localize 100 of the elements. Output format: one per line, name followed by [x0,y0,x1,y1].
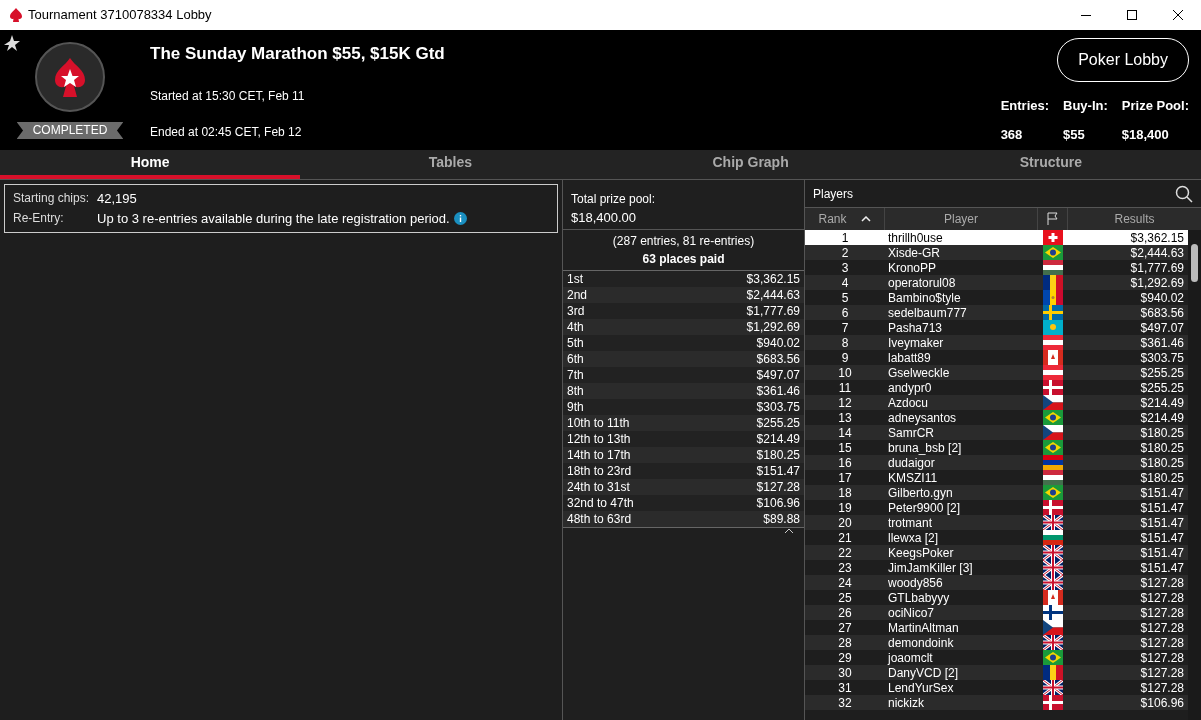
rank-cell-text: 3 [840,259,850,277]
player-row[interactable]: 28 demondoink $127.28 [805,635,1188,650]
player-row[interactable]: 4 operatorul08 $1,292.69 [805,275,1188,290]
rank-cell-text: 23 [837,559,853,577]
result-cell-text: $255.25 [1139,379,1185,397]
flag-icon [1043,575,1063,590]
rank-cell-text: 13 [837,409,853,427]
result-cell-text: $127.28 [1139,649,1185,667]
favorite-star-icon[interactable] [4,35,20,51]
player-name: Bambino$tyle [887,290,962,307]
player-row[interactable]: 26 ociNico7 $127.28 [805,605,1188,620]
player-row[interactable]: 1 thrillh0use $3,362.15 [805,230,1188,245]
flag-icon [1043,590,1063,605]
rank-cell-text: 4 [840,274,850,292]
collapse-caret-icon[interactable] [784,528,794,534]
rank-cell-text: 14 [837,424,853,442]
player-name: thrillh0use [887,230,944,247]
player-row[interactable]: 14 SamrCR $180.25 [805,425,1188,440]
player-name: llewxa [2] [887,529,940,547]
flag-icon [1043,245,1063,260]
rank-cell-text: 16 [837,454,853,472]
player-row[interactable]: 10 Gselweckle $255.25 [805,365,1188,380]
info-icon[interactable] [453,211,467,225]
player-name: Azdocu [887,395,930,412]
result-cell-text: $180.25 [1139,439,1185,457]
player-row[interactable]: 22 KeegsPoker $151.47 [805,545,1188,560]
payout-amount: $1,777.69 [746,303,800,319]
result-cell-text: $497.07 [1139,319,1185,337]
player-row[interactable]: 18 Gilberto.gyn $151.47 [805,485,1188,500]
player-name: labatt89 [887,350,932,367]
status-banner: COMPLETED [16,122,124,139]
payout-amount: $106.96 [756,495,800,511]
player-name: LendYurSex [887,680,955,697]
search-icon[interactable] [1175,184,1193,203]
rank-cell-text: 21 [837,529,853,547]
rank-cell-text: 24 [837,574,853,592]
payout-place: 14th to 17th [567,447,631,463]
flag-icon [1043,425,1063,440]
player-row[interactable]: 16 dudaigor $180.25 [805,455,1188,470]
flag-icon [1043,260,1063,275]
column-header[interactable]: Results [1068,208,1201,230]
total-prize-value: $18,400.00 [571,209,638,227]
player-row[interactable]: 6 sedelbaum777 $683.56 [805,305,1188,320]
player-name: nickizk [887,694,925,712]
payout-place: 6th [567,351,584,367]
player-name: KronoPP [887,259,938,277]
payout-amount: $3,362.15 [746,271,800,287]
payout-amount: $151.47 [756,463,800,479]
player-name: Pasha713 [887,319,944,337]
flag-icon [1043,560,1063,575]
result-cell-text: $127.28 [1139,634,1185,652]
info-value: 42,195 [97,190,137,208]
places-paid: 63 places paid [642,251,725,268]
player-row[interactable]: 24 woody856 $127.28 [805,575,1188,590]
rank-cell-text: 11 [837,379,853,397]
info-label: Re-Entry: [13,209,65,227]
player-row[interactable]: 8 Iveymaker $361.46 [805,335,1188,350]
logo-icon [35,42,105,112]
player-row[interactable]: 30 DanyVCD [2] $127.28 [805,665,1188,680]
rank-cell-text: 6 [840,304,850,322]
player-name: JimJamKiller [3] [887,560,974,577]
player-row[interactable]: 12 Azdocu $214.49 [805,395,1188,410]
flag-icon [1043,305,1063,320]
tab[interactable]: Home [0,150,301,179]
rank-cell-text: 5 [840,289,850,307]
payout-amount: $214.49 [756,431,800,447]
flag-icon [1043,620,1063,635]
rank-cell-text: 32 [837,694,853,712]
rank-cell-text: 2 [840,244,850,262]
stat-value: $18,400 [1121,125,1170,144]
spade-icon [8,7,24,23]
scrollbar[interactable] [1188,230,1201,720]
result-cell-text: $2,444.63 [1129,244,1185,262]
tab[interactable]: Chip Graph [600,150,901,179]
player-name: Xisde-GR [887,244,941,262]
result-cell-text: $151.47 [1139,484,1185,502]
flag-icon [1043,350,1063,365]
player-name: Iveymaker [887,334,945,352]
tab[interactable]: Structure [900,150,1201,179]
payout-amount: $361.46 [756,383,800,399]
result-cell-text: $151.47 [1139,544,1185,562]
player-name: Peter9900 [2] [887,500,962,517]
player-row[interactable]: 20 trotmant $151.47 [805,515,1188,530]
result-cell-text: $180.25 [1139,454,1185,472]
payout-place: 24th to 31st [567,479,630,495]
payout-amount: $940.02 [756,335,800,351]
rank-cell-text: 12 [837,394,853,412]
flag-icon [1043,440,1063,455]
flag-column-icon [1045,212,1060,226]
flag-icon [1043,545,1063,560]
flag-icon [1043,515,1063,530]
close-icon [1173,10,1183,20]
result-cell-text: $127.28 [1139,664,1185,682]
player-row[interactable]: 32 nickizk $106.96 [805,695,1188,710]
result-cell-text: $151.47 [1139,514,1185,532]
tab[interactable]: Tables [300,150,601,179]
flag-icon [1043,485,1063,500]
player-row[interactable]: 2 Xisde-GR $2,444.63 [805,245,1188,260]
payout-place: 2nd [567,287,588,303]
flag-icon [1043,290,1063,305]
